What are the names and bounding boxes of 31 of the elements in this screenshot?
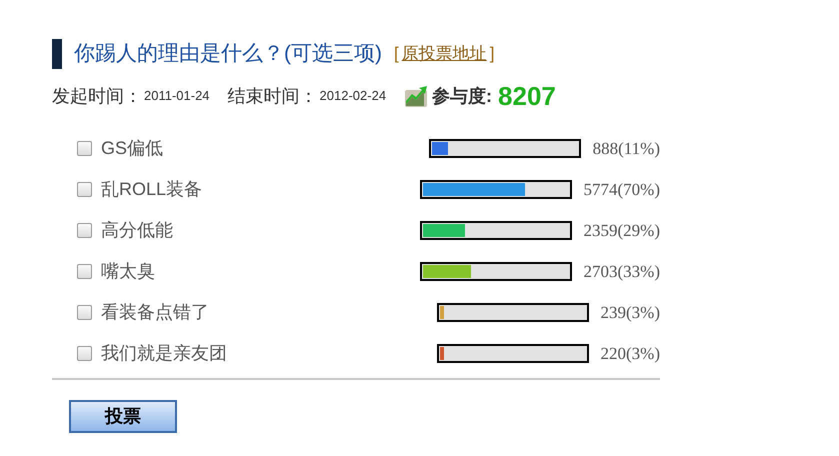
vote-result: 5774(70%) xyxy=(584,178,660,201)
end-label: 结束时间： xyxy=(228,84,318,108)
start-label: 发起时间： xyxy=(52,84,142,108)
title-marker xyxy=(52,39,62,69)
bracket: [ xyxy=(394,43,399,66)
option-label: 看装备点错了 xyxy=(101,301,209,324)
vote-result: 220(3%) xyxy=(600,342,660,365)
option-label: 高分低能 xyxy=(101,219,173,242)
option-label: 嘴太臭 xyxy=(101,260,155,283)
participation-label: 参与度: xyxy=(432,84,492,108)
participation-count: 8207 xyxy=(498,80,556,112)
checkbox[interactable] xyxy=(77,346,92,361)
vote-result: 888(11%) xyxy=(592,138,660,160)
checkbox[interactable] xyxy=(77,223,92,238)
end-date: 2012-02-24 xyxy=(320,87,386,106)
vote-result: 2359(29%) xyxy=(584,220,660,242)
option-label: GS偏低 xyxy=(101,137,164,160)
source-link[interactable]: 原投票地址 xyxy=(402,41,487,67)
trend-chart-icon xyxy=(404,84,428,108)
checkbox[interactable] xyxy=(77,141,92,156)
checkbox[interactable] xyxy=(77,305,92,320)
vote-result: 2703(33%) xyxy=(584,260,660,283)
checkbox[interactable] xyxy=(77,264,92,279)
vote-result: 239(3%) xyxy=(600,302,660,324)
start-date: 2011-01-24 xyxy=(144,87,210,106)
bracket: ] xyxy=(490,43,494,66)
checkbox[interactable] xyxy=(77,182,92,197)
option-label: 乱ROLL装备 xyxy=(101,178,202,201)
option-label: 我们就是亲友团 xyxy=(101,342,227,365)
poll-title: 你踢人的理由是什么？(可选三项) xyxy=(74,41,382,68)
vote-button[interactable]: 投票 xyxy=(69,400,177,433)
